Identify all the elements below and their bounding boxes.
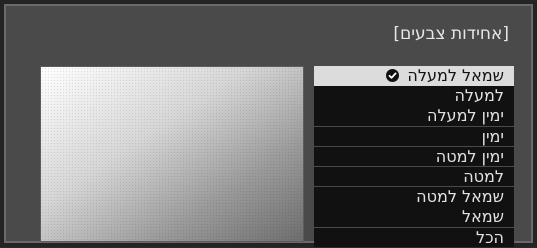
check-circle-icon xyxy=(386,69,400,82)
menu-item-label: ימין xyxy=(481,126,504,146)
menu-item-bottom-right[interactable]: ימין למטה xyxy=(314,146,514,167)
menu-item-label: ימין למטה xyxy=(435,146,504,166)
menu-item-left[interactable]: שמאל xyxy=(314,207,514,227)
menu-item-label: שמאל למטה xyxy=(416,187,504,207)
menu-item-top-right[interactable]: ימין למעלה xyxy=(314,106,514,126)
menu-item-label: למעלה xyxy=(454,86,504,106)
screen: [אחידות צבעים] שמאל למעלה למעלה ימין למע… xyxy=(0,0,537,247)
page-title: [אחידות צבעים] xyxy=(393,24,509,44)
menu-item-top-left[interactable]: שמאל למעלה xyxy=(314,66,514,86)
menu-item-label: הכל xyxy=(475,227,504,247)
menu-item-label: שמאל xyxy=(462,207,504,227)
menu-item-top[interactable]: למעלה xyxy=(314,86,514,106)
menu-item-all[interactable]: הכל xyxy=(314,227,514,247)
menu-item-bottom[interactable]: למטה xyxy=(314,166,514,187)
color-uniformity-panel: [אחידות צבעים] שמאל למעלה למעלה ימין למע… xyxy=(4,4,533,247)
menu-item-bottom-left[interactable]: שמאל למטה xyxy=(314,187,514,207)
menu-item-label: ימין למעלה xyxy=(427,106,504,126)
gradient-preview xyxy=(40,66,304,242)
area-menu: שמאל למעלה למעלה ימין למעלה ימין ימין למ… xyxy=(314,66,514,248)
menu-item-right[interactable]: ימין xyxy=(314,126,514,147)
menu-item-label: שמאל למעלה xyxy=(407,66,504,85)
menu-item-label: למטה xyxy=(463,166,504,186)
